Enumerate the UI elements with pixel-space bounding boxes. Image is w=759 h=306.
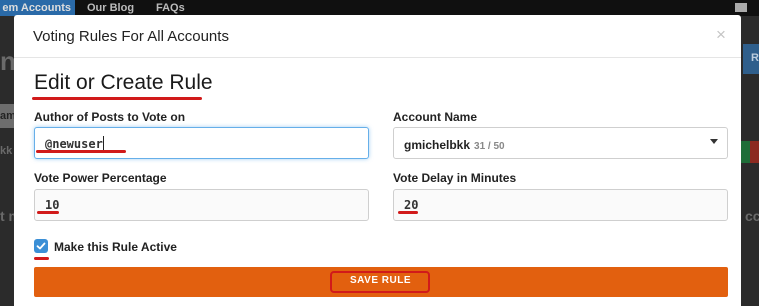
account-select-value: gmichelbkk [404,138,471,152]
save-rule-label: SAVE RULE [350,275,411,286]
annotation-underline-author [36,150,126,153]
check-icon [36,242,46,250]
modal-title: Voting Rules For All Accounts [33,28,229,45]
delay-label: Vote Delay in Minutes [393,171,517,185]
account-count: 31 / 50 [474,141,505,152]
section-title: Edit or Create Rule [34,71,213,94]
bg-red-button [750,141,759,163]
nav-item-accounts[interactable]: em Accounts [0,0,75,16]
bg-right-text: cc [745,208,759,224]
annotation-underline-checkbox [34,257,49,260]
account-select[interactable]: gmichelbkk 31 / 50 [393,127,728,159]
account-label: Account Name [393,110,478,124]
vote-delay-input[interactable]: 20 [393,189,728,221]
nav-item-faqs[interactable]: FAQs [156,2,185,14]
author-input[interactable]: @newuser [34,127,369,159]
modal-header: Voting Rules For All Accounts × [14,15,741,58]
close-icon[interactable]: × [716,25,726,45]
envelope-icon[interactable] [735,3,747,12]
annotation-underline-title [32,97,202,100]
text-caret [102,136,104,150]
vote-power-value: 10 [45,198,60,212]
annotation-underline-power [37,211,59,214]
save-rule-button[interactable]: SAVE RULE [34,267,728,297]
author-label: Author of Posts to Vote on [34,110,186,124]
bg-row-label-2: kk [0,145,13,157]
nav-item-blog[interactable]: Our Blog [87,2,134,14]
author-input-value: @newuser [45,137,103,151]
bg-right-button: R [743,44,759,74]
vote-delay-value: 20 [404,198,419,212]
chevron-down-icon [710,139,718,144]
voting-rules-modal: Voting Rules For All Accounts × Edit or … [14,15,741,306]
top-nav: em Accounts Our Blog FAQs [0,0,759,16]
vote-power-input[interactable]: 10 [34,189,369,221]
annotation-underline-delay [398,211,418,214]
active-checkbox[interactable] [34,239,48,253]
power-label: Vote Power Percentage [34,171,167,185]
active-checkbox-label: Make this Rule Active [54,240,177,254]
